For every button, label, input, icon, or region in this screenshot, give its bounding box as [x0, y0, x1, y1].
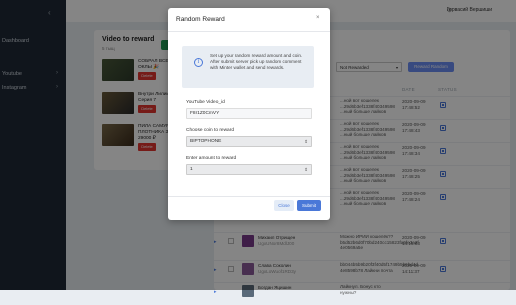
divider: [168, 31, 330, 32]
divider: [168, 196, 330, 197]
coin-select[interactable]: BIPTOPHONE ⇕: [186, 136, 312, 147]
info-alert: i Set up your random reward amount and c…: [182, 46, 314, 88]
video-id-input[interactable]: F8r1Z0CmVY: [186, 108, 312, 119]
amount-input[interactable]: 1 ⇕: [186, 164, 312, 175]
modal-title: Random Reward: [176, 16, 225, 23]
coin-label: Choose coin to reward: [186, 128, 234, 133]
stepper-icon[interactable]: ⇕: [304, 165, 308, 174]
random-reward-modal: Random Reward × i Set up your random rew…: [168, 8, 330, 220]
video-id-label: YouTube Video_id: [186, 100, 225, 105]
info-icon: i: [194, 58, 203, 67]
chevron-updown-icon: ⇕: [304, 139, 308, 144]
close-icon[interactable]: ×: [316, 15, 320, 21]
close-button[interactable]: Close: [274, 200, 294, 211]
info-text: Set up your random reward amount and coi…: [210, 53, 303, 70]
amount-label: Enter amount to reward: [186, 156, 237, 161]
submit-button[interactable]: Submit: [297, 200, 321, 211]
